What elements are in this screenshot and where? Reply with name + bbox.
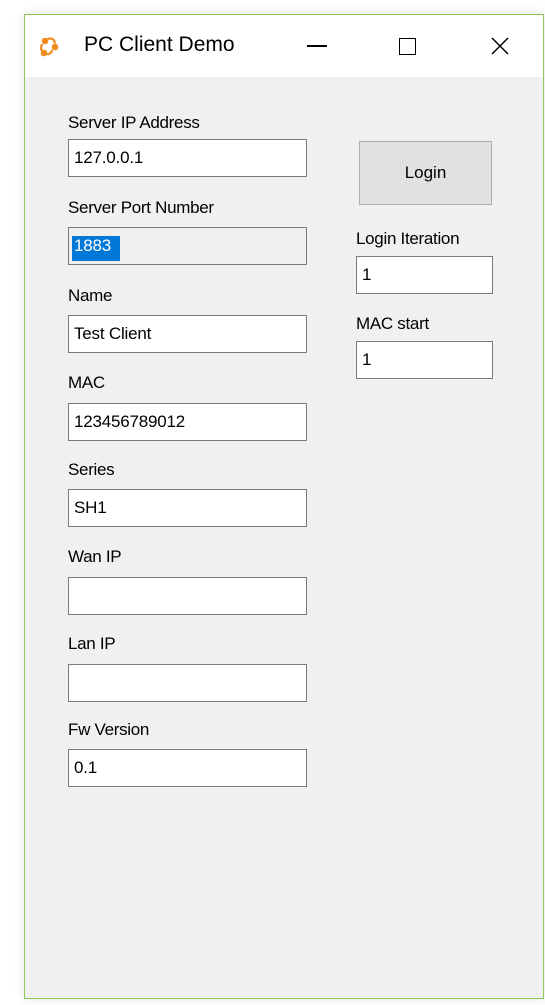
wan-ip-label: Wan IP — [68, 547, 122, 566]
lan-ip-label: Lan IP — [68, 634, 116, 653]
login-iteration-label: Login Iteration — [356, 229, 460, 248]
server-ip-label: Server IP Address — [68, 113, 200, 132]
window-title: PC Client Demo — [84, 33, 235, 56]
app-logo-icon — [40, 37, 59, 57]
close-button[interactable] — [465, 15, 535, 77]
title-bar[interactable]: PC Client Demo — [25, 15, 543, 77]
maximize-button[interactable] — [372, 15, 442, 77]
lan-ip-input[interactable] — [68, 664, 307, 702]
server-port-input[interactable] — [68, 227, 307, 265]
mac-input[interactable] — [68, 403, 307, 441]
fw-version-input[interactable] — [68, 749, 307, 787]
minimize-icon — [307, 45, 327, 47]
login-iteration-input[interactable] — [356, 256, 493, 294]
mac-start-input[interactable] — [356, 341, 493, 379]
close-icon — [491, 37, 509, 55]
wan-ip-input[interactable] — [68, 577, 307, 615]
server-ip-input[interactable] — [68, 139, 307, 177]
server-port-label: Server Port Number — [68, 198, 214, 217]
series-label: Series — [68, 460, 115, 479]
name-input[interactable] — [68, 315, 307, 353]
mac-label: MAC — [68, 373, 105, 392]
name-label: Name — [68, 286, 113, 305]
app-window: PC Client Demo Server IP Address Server … — [24, 14, 544, 999]
maximize-icon — [398, 37, 416, 55]
mac-start-label: MAC start — [356, 314, 429, 333]
minimize-button[interactable] — [282, 15, 352, 77]
fw-version-label: Fw Version — [68, 720, 150, 739]
series-input[interactable] — [68, 489, 307, 527]
login-button[interactable]: Login — [359, 141, 492, 205]
